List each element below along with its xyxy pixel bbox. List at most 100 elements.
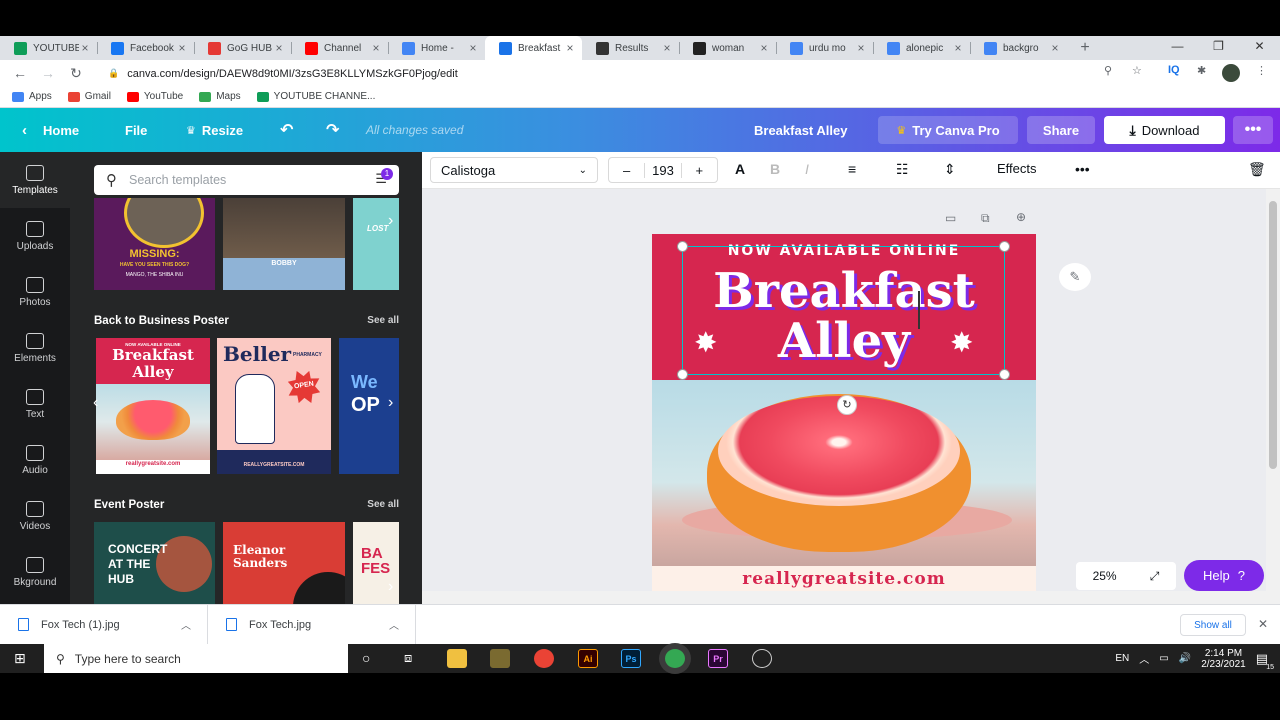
template-thumb-missing[interactable]: MISSING: HAVE YOU SEEN THIS DOG? MANGO, …: [94, 198, 215, 290]
browser-menu-icon[interactable]: ⋮: [1256, 64, 1267, 77]
vertical-scrollbar[interactable]: [1266, 189, 1280, 591]
show-all-button[interactable]: Show all: [1180, 614, 1246, 636]
bookmark-item[interactable]: Apps: [12, 91, 52, 102]
resize-handle[interactable]: [999, 369, 1010, 380]
resize-handle[interactable]: [999, 241, 1010, 252]
volume-icon[interactable]: 🔊: [1179, 653, 1191, 664]
list-icon[interactable]: ☷: [896, 161, 909, 178]
help-button[interactable]: Help ?: [1184, 560, 1264, 591]
bookmark-item[interactable]: YOUTUBE CHANNE...: [256, 91, 375, 102]
profile-avatar[interactable]: [1222, 64, 1240, 82]
tab-close-icon[interactable]: ×: [79, 41, 91, 55]
resize-handle[interactable]: [677, 241, 688, 252]
reload-icon[interactable]: ↻: [62, 65, 90, 82]
bookmark-item[interactable]: Maps: [199, 91, 241, 102]
rotate-handle-icon[interactable]: ↻: [837, 395, 857, 415]
browser-tab[interactable]: GoG HUB ×: [194, 36, 291, 60]
chevron-right-icon[interactable]: ›: [388, 212, 393, 230]
tab-close-icon[interactable]: ×: [273, 41, 285, 55]
bookmark-star-icon[interactable]: ☆: [1132, 64, 1142, 77]
new-tab-button[interactable]: +: [1073, 39, 1097, 57]
home-button[interactable]: ‹ Home: [22, 116, 79, 144]
windows-start-icon[interactable]: ⊞: [14, 650, 26, 667]
see-all-link[interactable]: See all: [367, 315, 399, 327]
close-window-icon[interactable]: ✕: [1239, 36, 1280, 60]
rail-item-elements[interactable]: Elements: [0, 320, 70, 376]
bookmark-item[interactable]: YouTube: [126, 91, 183, 102]
increase-size-button[interactable]: +: [682, 163, 717, 178]
rail-item-bkground[interactable]: Bkground: [0, 544, 70, 600]
font-select[interactable]: Calistoga ⌄: [430, 157, 598, 183]
forward-arrow-icon[interactable]: →: [34, 65, 62, 81]
browser-tab[interactable]: Breakfast ×: [485, 36, 582, 60]
rail-item-uploads[interactable]: Uploads: [0, 208, 70, 264]
duplicate-page-icon[interactable]: ⧉: [981, 211, 990, 226]
zoom-level[interactable]: 25%: [1093, 569, 1117, 583]
task-view-icon[interactable]: ⧈: [404, 650, 412, 666]
taskbar-search-input[interactable]: ⚲ Type here to search: [44, 644, 348, 673]
trash-icon[interactable]: 🗑: [1248, 161, 1266, 178]
browser-tab[interactable]: Channel ×: [291, 36, 388, 60]
template-thumb-concert[interactable]: CONCERT AT THE HUB: [94, 522, 215, 604]
text-selection-box[interactable]: ↻: [677, 241, 1010, 415]
language-indicator[interactable]: EN: [1115, 653, 1129, 664]
text-color-icon[interactable]: A: [735, 161, 745, 177]
resize-button[interactable]: ♛ Resize: [186, 116, 243, 144]
zoom-control[interactable]: 25% ⤢: [1076, 562, 1176, 590]
photo-app-icon[interactable]: [490, 649, 510, 668]
template-thumb-eleanor[interactable]: Eleanor Sanders: [223, 522, 345, 604]
rail-item-videos[interactable]: Videos: [0, 488, 70, 544]
chevron-right-icon[interactable]: ›: [388, 578, 393, 596]
italic-icon[interactable]: I: [805, 161, 809, 177]
browser-tab[interactable]: Results ×: [582, 36, 679, 60]
horizontal-scrollbar[interactable]: [422, 591, 1280, 604]
browser-tab[interactable]: Home - ×: [388, 36, 485, 60]
minimize-icon[interactable]: —: [1157, 36, 1198, 60]
fullscreen-icon[interactable]: ⤢: [1150, 569, 1160, 584]
tab-close-icon[interactable]: ×: [661, 41, 673, 55]
close-downloads-icon[interactable]: ✕: [1258, 617, 1268, 631]
effects-button[interactable]: Effects: [997, 161, 1037, 176]
more-options-icon[interactable]: •••: [1233, 116, 1273, 144]
rail-item-audio[interactable]: Audio: [0, 432, 70, 488]
font-size-stepper[interactable]: – 193 +: [608, 157, 718, 183]
premiere-app-icon[interactable]: Pr: [708, 649, 728, 668]
add-page-icon[interactable]: ⊕: [1016, 210, 1026, 224]
notification-icon[interactable]: ▤ 15: [1256, 651, 1274, 671]
try-canva-pro-button[interactable]: ♛ Try Canva Pro: [878, 116, 1018, 144]
rail-item-photos[interactable]: Photos: [0, 264, 70, 320]
bookmark-item[interactable]: Gmail: [67, 91, 111, 102]
restore-icon[interactable]: ❐: [1198, 36, 1239, 60]
tab-close-icon[interactable]: ×: [176, 41, 188, 55]
add-note-icon[interactable]: ▭: [945, 211, 956, 225]
download-item[interactable]: Fox Tech.jpg ︿: [208, 604, 416, 645]
template-thumb-breakfast[interactable]: NOW AVAILABLE ONLINE Breakfast Alley rea…: [96, 338, 210, 474]
spacing-icon[interactable]: ⇕: [944, 161, 956, 178]
bold-icon[interactable]: B: [770, 161, 780, 177]
browser-tab[interactable]: urdu mo ×: [776, 36, 873, 60]
chevron-left-icon[interactable]: ‹: [93, 394, 98, 412]
template-thumb-pharmacy[interactable]: Beller PHARMACY OPEN REALLYGREATSITE.COM: [217, 338, 331, 474]
browser-tab[interactable]: woman ×: [679, 36, 776, 60]
chrome-app-icon[interactable]: [534, 649, 554, 668]
font-size-value[interactable]: 193: [644, 162, 682, 178]
tab-close-icon[interactable]: ×: [370, 41, 382, 55]
share-button[interactable]: Share: [1027, 116, 1095, 144]
chevron-up-icon[interactable]: ︿: [1139, 651, 1149, 666]
file-explorer-icon[interactable]: [447, 649, 467, 668]
chevron-up-icon[interactable]: ︿: [389, 617, 399, 632]
url-field[interactable]: 🔒 canva.com/design/DAEW8d9t0MI/3zsG3E8KL…: [98, 63, 1156, 84]
tab-close-icon[interactable]: ×: [758, 41, 770, 55]
tab-close-icon[interactable]: ×: [564, 41, 576, 55]
chevron-up-icon[interactable]: ︿: [181, 617, 191, 632]
zoom-icon[interactable]: ⚲: [1104, 64, 1112, 77]
extensions-puzzle-icon[interactable]: ✱: [1197, 64, 1206, 77]
tab-close-icon[interactable]: ×: [855, 41, 867, 55]
add-comment-icon[interactable]: ✎: [1059, 263, 1091, 291]
photoshop-app-icon[interactable]: Ps: [621, 649, 641, 668]
search-templates-input[interactable]: ⚲ Search templates ☰ 1: [94, 165, 399, 195]
undo-icon[interactable]: ↶: [280, 116, 293, 144]
decrease-size-button[interactable]: –: [609, 163, 644, 178]
redo-icon[interactable]: ↷: [326, 116, 339, 144]
rail-item-templates[interactable]: Templates: [0, 152, 70, 208]
